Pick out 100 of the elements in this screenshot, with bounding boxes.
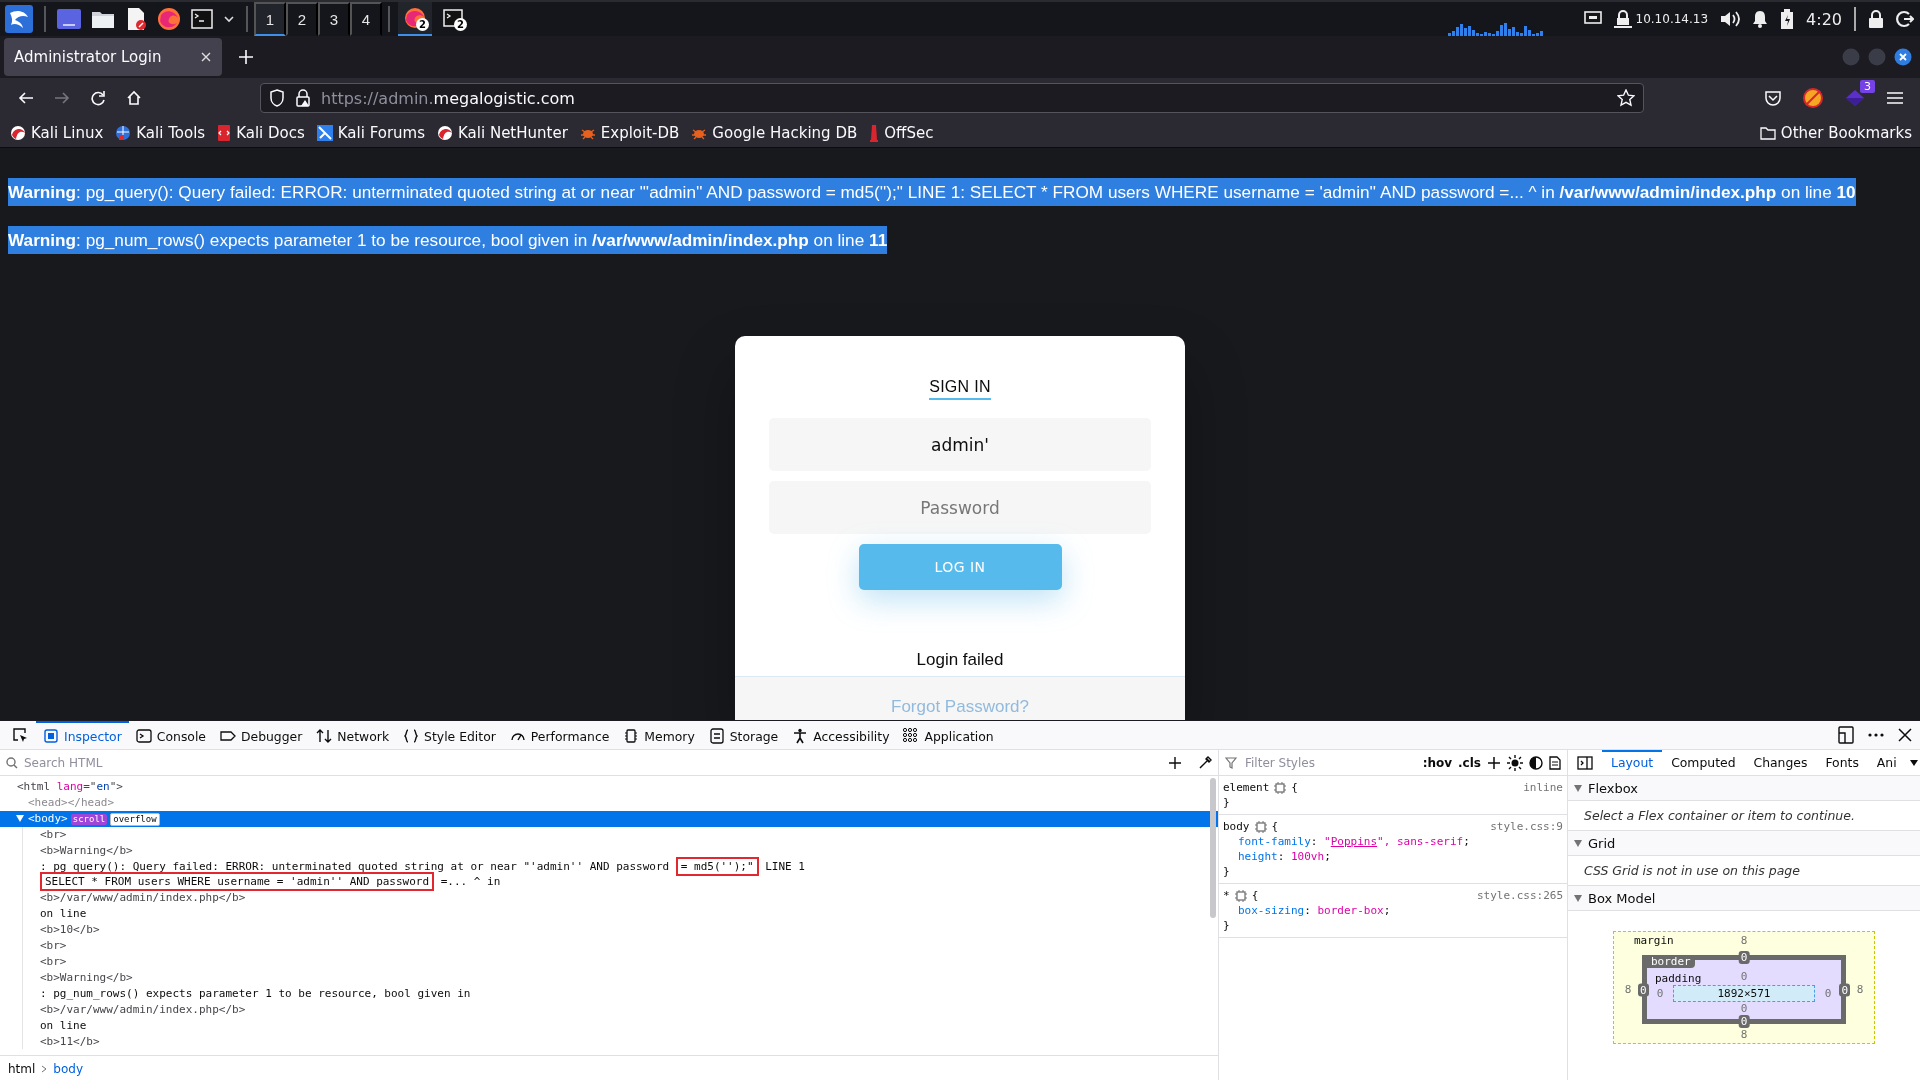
node-badge[interactable]: overflow — [110, 812, 160, 826]
reload-icon[interactable] — [90, 90, 106, 106]
box-model-value[interactable]: 0 — [1839, 983, 1850, 996]
caret-icon[interactable] — [1909, 759, 1918, 766]
devtools-tab[interactable]: Network — [309, 721, 397, 749]
devtools-tab[interactable]: Debugger — [213, 721, 310, 749]
running-app-button[interactable]: 2 — [436, 2, 470, 36]
box-model-value[interactable]: 0 — [1656, 987, 1664, 1000]
bookmark[interactable]: Google Hacking DB — [691, 123, 858, 142]
element-icon[interactable] — [1234, 889, 1247, 902]
markup-line[interactable]: <b>/var/www/admin/index.php</b> — [23, 890, 1218, 907]
devtools-tab[interactable]: Accessibility — [785, 721, 897, 749]
markup-line[interactable]: <b>/var/www/admin/index.php</b> — [23, 1001, 1218, 1018]
markup-line[interactable]: <b>Warning</b> — [23, 842, 1218, 859]
box-model-value[interactable]: 0 — [1738, 1015, 1750, 1028]
box-model-value[interactable]: 0 — [1738, 951, 1750, 964]
firefox-icon[interactable] — [157, 7, 181, 31]
section-header[interactable]: Box Model — [1568, 886, 1920, 911]
sidebar-tab[interactable]: Fonts — [1816, 750, 1868, 775]
devtools-tab[interactable]: Performance — [502, 721, 617, 749]
address-bar[interactable]: https://admin.megalogistic.com — [260, 83, 1644, 113]
text-node[interactable]: on line — [23, 1017, 1218, 1034]
text-node[interactable]: : pg_query(): Query failed: ERROR: unterminated quoted string at or near "'admin'' AND password = md5('');" LINE 1 SELECT * FROM users WHERE username = 'admin'' AND password =... ^ in — [23, 858, 1218, 891]
rule-source[interactable]: style.css:9 — [1490, 819, 1563, 834]
pocket-icon[interactable] — [1764, 90, 1782, 106]
devtools-tab[interactable]: Inspector — [36, 721, 129, 749]
devtools-tab[interactable]: Memory — [616, 721, 702, 749]
bookmark[interactable]: Kali Forums — [316, 123, 426, 142]
folder-icon[interactable] — [91, 9, 115, 29]
password-field[interactable]: Password — [769, 481, 1151, 534]
box-model-value[interactable]: 0 — [1824, 987, 1832, 1000]
devtools-tab[interactable]: Console — [128, 721, 213, 749]
sidebar-tab[interactable]: Changes — [1744, 750, 1817, 775]
markup-line[interactable]: <br> — [23, 938, 1218, 954]
running-app-button[interactable]: 2 — [398, 2, 432, 36]
text-node[interactable]: : pg_num_rows() expects parameter 1 to be resource, bool given in — [23, 985, 1218, 1002]
breadcrumb[interactable]: body — [53, 1061, 84, 1076]
markup-line[interactable]: <br> — [23, 953, 1218, 970]
box-model-value[interactable]: 8 — [1624, 983, 1632, 996]
bookmark[interactable]: Kali Linux — [10, 123, 104, 142]
box-model-value[interactable]: 8 — [1740, 934, 1748, 947]
search-field[interactable]: Search HTML — [22, 754, 1164, 771]
kali-menu-icon[interactable] — [5, 5, 33, 33]
box-model-value[interactable]: 8 — [1856, 983, 1864, 996]
markup-line[interactable]: <html lang="en"> — [0, 779, 1218, 795]
node-badge[interactable]: scroll — [70, 813, 108, 825]
add-node-icon[interactable] — [1168, 755, 1182, 770]
contrast-icon[interactable] — [1529, 755, 1543, 770]
bookmark[interactable]: Kali Tools — [115, 123, 206, 142]
rule-source[interactable]: style.css:265 — [1476, 888, 1563, 903]
username-field[interactable]: admin' — [769, 418, 1151, 471]
rule-source[interactable]: inline — [1523, 780, 1563, 795]
sidebar-tab[interactable]: Computed — [1662, 750, 1745, 775]
light-scheme-icon[interactable] — [1507, 754, 1523, 771]
eyedropper-icon[interactable] — [1198, 755, 1212, 770]
element-icon[interactable] — [1274, 781, 1287, 794]
other-bookmarks[interactable]: Other Bookmarks — [1759, 123, 1912, 142]
devtools-tab[interactable]: Application — [896, 721, 1001, 749]
terminal-icon[interactable] — [191, 9, 213, 29]
back-icon[interactable] — [18, 90, 34, 106]
box-model-value[interactable]: 0 — [1740, 970, 1748, 983]
sidebar-toggle-icon[interactable] — [1577, 755, 1593, 770]
close-icon[interactable] — [1894, 48, 1912, 66]
box-model-value[interactable]: 0 — [1740, 1002, 1748, 1015]
markup-line[interactable]: <head></head> — [0, 794, 1218, 811]
bookmark[interactable]: Kali Docs — [217, 123, 305, 142]
print-icon[interactable] — [1549, 755, 1561, 770]
vpn-lock-icon[interactable] — [1613, 10, 1632, 28]
breadcrumb[interactable]: html — [8, 1061, 36, 1076]
logout-icon[interactable] — [1896, 10, 1914, 28]
text-node[interactable]: on line — [23, 906, 1218, 923]
browser-tab[interactable]: Administrator Login — [4, 38, 222, 76]
devtools-tab[interactable]: Storage — [701, 721, 786, 749]
caret-icon[interactable] — [223, 13, 235, 25]
desktop-icon[interactable] — [57, 9, 81, 29]
section-header[interactable]: Grid — [1568, 831, 1920, 856]
bookmark[interactable]: Exploit-DB — [579, 123, 680, 142]
filter-field[interactable]: Filter Styles — [1243, 754, 1417, 771]
expand-arrow-icon[interactable] — [1574, 894, 1582, 902]
expand-arrow-icon[interactable] — [16, 814, 24, 822]
home-icon[interactable] — [126, 90, 142, 106]
new-tab-icon[interactable] — [238, 49, 254, 65]
box-model-value[interactable]: 0 — [1638, 983, 1649, 996]
text-editor-icon[interactable] — [125, 7, 147, 31]
sign-in-tab[interactable]: SIGN IN — [929, 378, 991, 400]
markup-line[interactable]: <br> — [23, 826, 1218, 843]
lock-icon[interactable] — [1868, 10, 1884, 28]
element-icon[interactable] — [1254, 820, 1267, 833]
toggle-button[interactable]: .cls — [1458, 755, 1481, 770]
element-picker-icon[interactable] — [12, 727, 28, 743]
bookmark[interactable]: OffSec — [869, 123, 934, 142]
close-icon[interactable] — [1898, 728, 1912, 742]
devtools-tab[interactable]: Style Editor — [396, 721, 503, 749]
workspace-button[interactable]: 1 — [254, 2, 286, 36]
markup-line[interactable]: <b>Warning</b> — [23, 969, 1218, 986]
bookmark[interactable]: Kali NetHunter — [437, 123, 568, 142]
section-header[interactable]: Flexbox — [1568, 776, 1920, 801]
markup-line[interactable]: <b>10</b> — [23, 922, 1218, 939]
dock-icon[interactable] — [1838, 726, 1854, 744]
markup-line[interactable]: <b>11</b> — [23, 1033, 1218, 1050]
